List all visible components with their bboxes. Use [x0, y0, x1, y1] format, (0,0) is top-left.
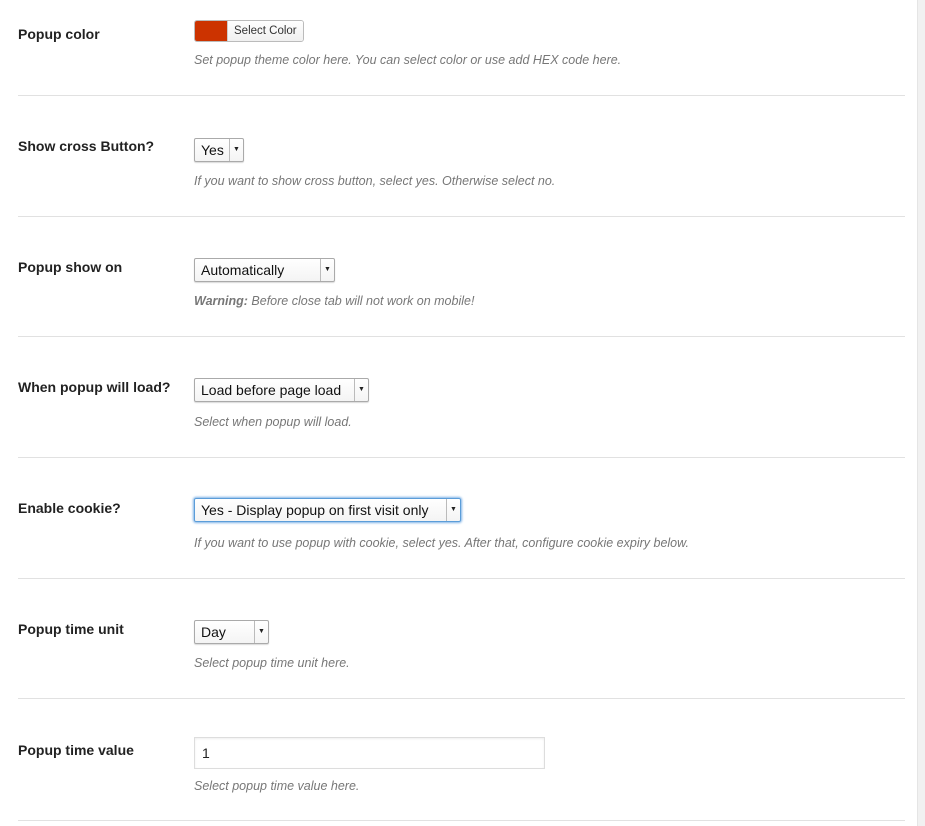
- load-time-label: When popup will load?: [18, 379, 171, 395]
- row-show-cross: Show cross Button? Yes ▼ If you want to …: [18, 96, 905, 217]
- row-load-time: When popup will load? Load before page l…: [18, 337, 905, 458]
- warning-text: Before close tab will not work on mobile…: [247, 294, 475, 308]
- load-time-select[interactable]: Load before page load ▼: [194, 378, 369, 402]
- cookie-description: If you want to use popup with cookie, se…: [194, 536, 689, 550]
- show-on-select[interactable]: Automatically ▼: [194, 258, 335, 282]
- warning-prefix: Warning:: [194, 294, 248, 308]
- show-cross-value: Yes: [201, 142, 224, 158]
- row-time-value: Popup time value Select popup time value…: [18, 699, 905, 821]
- row-time-unit: Popup time unit Day ▼ Select popup time …: [18, 579, 905, 699]
- show-cross-select[interactable]: Yes ▼: [194, 138, 244, 162]
- chevron-down-icon: ▼: [446, 499, 460, 521]
- chevron-down-icon: ▼: [229, 139, 243, 161]
- time-unit-value: Day: [201, 624, 226, 640]
- time-unit-label: Popup time unit: [18, 621, 124, 637]
- show-cross-label: Show cross Button?: [18, 138, 155, 154]
- row-show-on: Popup show on Automatically ▼ Warning: B…: [18, 217, 905, 337]
- settings-panel: Popup color Select Color Set popup theme…: [0, 0, 918, 826]
- time-value-label: Popup time value: [18, 742, 134, 758]
- cookie-label: Enable cookie?: [18, 500, 121, 516]
- cookie-select[interactable]: Yes - Display popup on first visit only …: [194, 498, 461, 522]
- color-swatch[interactable]: [195, 21, 227, 41]
- time-value-input[interactable]: [194, 737, 545, 769]
- show-cross-description: If you want to show cross button, select…: [194, 174, 556, 188]
- time-unit-description: Select popup time unit here.: [194, 656, 350, 670]
- time-value-description: Select popup time value here.: [194, 779, 360, 793]
- chevron-down-icon: ▼: [254, 621, 268, 643]
- show-on-description: Warning: Before close tab will not work …: [194, 294, 474, 308]
- show-on-value: Automatically: [201, 262, 285, 278]
- load-time-value: Load before page load: [201, 382, 342, 398]
- cookie-value: Yes - Display popup on first visit only: [201, 502, 429, 518]
- row-popup-color: Popup color Select Color Set popup theme…: [18, 0, 905, 96]
- popup-color-label: Popup color: [18, 26, 100, 42]
- load-time-description: Select when popup will load.: [194, 415, 352, 429]
- show-on-label: Popup show on: [18, 259, 123, 275]
- time-unit-select[interactable]: Day ▼: [194, 620, 269, 644]
- popup-color-description: Set popup theme color here. You can sele…: [194, 53, 622, 67]
- color-picker[interactable]: Select Color: [194, 20, 304, 42]
- select-color-button[interactable]: Select Color: [227, 21, 303, 41]
- chevron-down-icon: ▼: [354, 379, 368, 401]
- chevron-down-icon: ▼: [320, 259, 334, 281]
- row-cookie: Enable cookie? Yes - Display popup on fi…: [18, 458, 905, 579]
